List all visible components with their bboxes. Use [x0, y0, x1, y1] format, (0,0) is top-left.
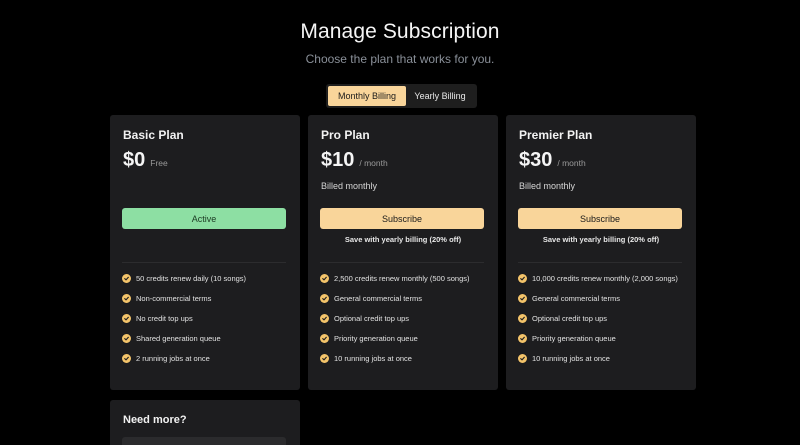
feature-text: General commercial terms — [334, 294, 422, 303]
billing-toggle: Monthly Billing Yearly Billing — [326, 84, 477, 108]
check-circle-icon — [320, 334, 329, 343]
feature-text: Priority generation queue — [532, 334, 616, 343]
subscribe-button[interactable]: Subscribe — [518, 208, 682, 229]
monthly-billing-tab[interactable]: Monthly Billing — [328, 86, 406, 106]
feature-text: Priority generation queue — [334, 334, 418, 343]
feature-item: Shared generation queue — [122, 333, 292, 344]
check-circle-icon — [518, 334, 527, 343]
feature-text: 2 running jobs at once — [136, 354, 210, 363]
check-circle-icon — [320, 294, 329, 303]
price-row: $10 / month — [321, 149, 388, 172]
feature-item: Priority generation queue — [320, 333, 490, 344]
price-row: $0 Free — [123, 149, 168, 172]
check-circle-icon — [122, 334, 131, 343]
feature-list: 2,500 credits renew monthly (500 songs) … — [320, 273, 490, 373]
feature-text: 2,500 credits renew monthly (500 songs) — [334, 274, 470, 283]
check-circle-icon — [518, 274, 527, 283]
check-circle-icon — [518, 354, 527, 363]
feature-item: General commercial terms — [320, 293, 490, 304]
plan-card-pro: Pro Plan $10 / month Billed monthly Subs… — [308, 115, 498, 390]
save-note: Save with yearly billing (20% off) — [542, 235, 660, 244]
feature-item: 50 credits renew daily (10 songs) — [122, 273, 292, 284]
feature-item: 2 running jobs at once — [122, 353, 292, 364]
feature-item: 2,500 credits renew monthly (500 songs) — [320, 273, 490, 284]
feature-text: Non-commercial terms — [136, 294, 212, 303]
page-title: Manage Subscription — [300, 20, 500, 43]
check-circle-icon — [122, 274, 131, 283]
active-button[interactable]: Active — [122, 208, 286, 229]
price-suffix: Free — [150, 158, 168, 168]
feature-text: General commercial terms — [532, 294, 620, 303]
plan-name: Premier Plan — [519, 128, 593, 142]
divider — [518, 262, 682, 263]
feature-list: 10,000 credits renew monthly (2,000 song… — [518, 273, 688, 373]
feature-text: 50 credits renew daily (10 songs) — [136, 274, 247, 283]
subscription-page: Manage Subscription Choose the plan that… — [0, 0, 800, 445]
plan-card-premier: Premier Plan $30 / month Billed monthly … — [506, 115, 696, 390]
need-more-title: Need more? — [123, 414, 187, 426]
check-circle-icon — [122, 314, 131, 323]
billed-note: Billed monthly — [519, 181, 576, 191]
feature-item: Non-commercial terms — [122, 293, 292, 304]
feature-text: No credit top ups — [136, 314, 193, 323]
divider — [122, 262, 286, 263]
plan-price: $30 — [519, 149, 553, 171]
divider — [320, 262, 484, 263]
feature-text: 10 running jobs at once — [334, 354, 412, 363]
price-suffix: / month — [359, 158, 388, 168]
plan-name: Pro Plan — [321, 128, 370, 142]
plan-name: Basic Plan — [123, 128, 184, 142]
feature-item: Priority generation queue — [518, 333, 688, 344]
check-circle-icon — [518, 294, 527, 303]
feature-text: 10,000 credits renew monthly (2,000 song… — [532, 274, 678, 283]
feature-text: Optional credit top ups — [532, 314, 608, 323]
feature-item: General commercial terms — [518, 293, 688, 304]
check-circle-icon — [122, 294, 131, 303]
check-circle-icon — [320, 314, 329, 323]
page-subtitle: Choose the plan that works for you. — [305, 52, 495, 66]
feature-list: 50 credits renew daily (10 songs) Non-co… — [122, 273, 292, 373]
feature-item: No credit top ups — [122, 313, 292, 324]
billed-note: Billed monthly — [321, 181, 378, 191]
check-circle-icon — [122, 354, 131, 363]
price-suffix: / month — [557, 158, 586, 168]
plan-price: $0 — [123, 149, 146, 171]
feature-text: Optional credit top ups — [334, 314, 410, 323]
need-more-button[interactable] — [122, 437, 286, 445]
subscribe-button[interactable]: Subscribe — [320, 208, 484, 229]
plan-price: $10 — [321, 149, 355, 171]
feature-item: Optional credit top ups — [320, 313, 490, 324]
check-circle-icon — [320, 274, 329, 283]
plan-card-basic: Basic Plan $0 Free Active 50 credits ren… — [110, 115, 300, 390]
feature-item: 10,000 credits renew monthly (2,000 song… — [518, 273, 688, 284]
feature-text: Shared generation queue — [136, 334, 221, 343]
feature-text: 10 running jobs at once — [532, 354, 610, 363]
check-circle-icon — [518, 314, 527, 323]
need-more-card: Need more? — [110, 400, 300, 445]
check-circle-icon — [320, 354, 329, 363]
feature-item: Optional credit top ups — [518, 313, 688, 324]
yearly-billing-tab[interactable]: Yearly Billing — [406, 86, 474, 106]
price-row: $30 / month — [519, 149, 586, 172]
save-note: Save with yearly billing (20% off) — [344, 235, 462, 244]
feature-item: 10 running jobs at once — [518, 353, 688, 364]
feature-item: 10 running jobs at once — [320, 353, 490, 364]
